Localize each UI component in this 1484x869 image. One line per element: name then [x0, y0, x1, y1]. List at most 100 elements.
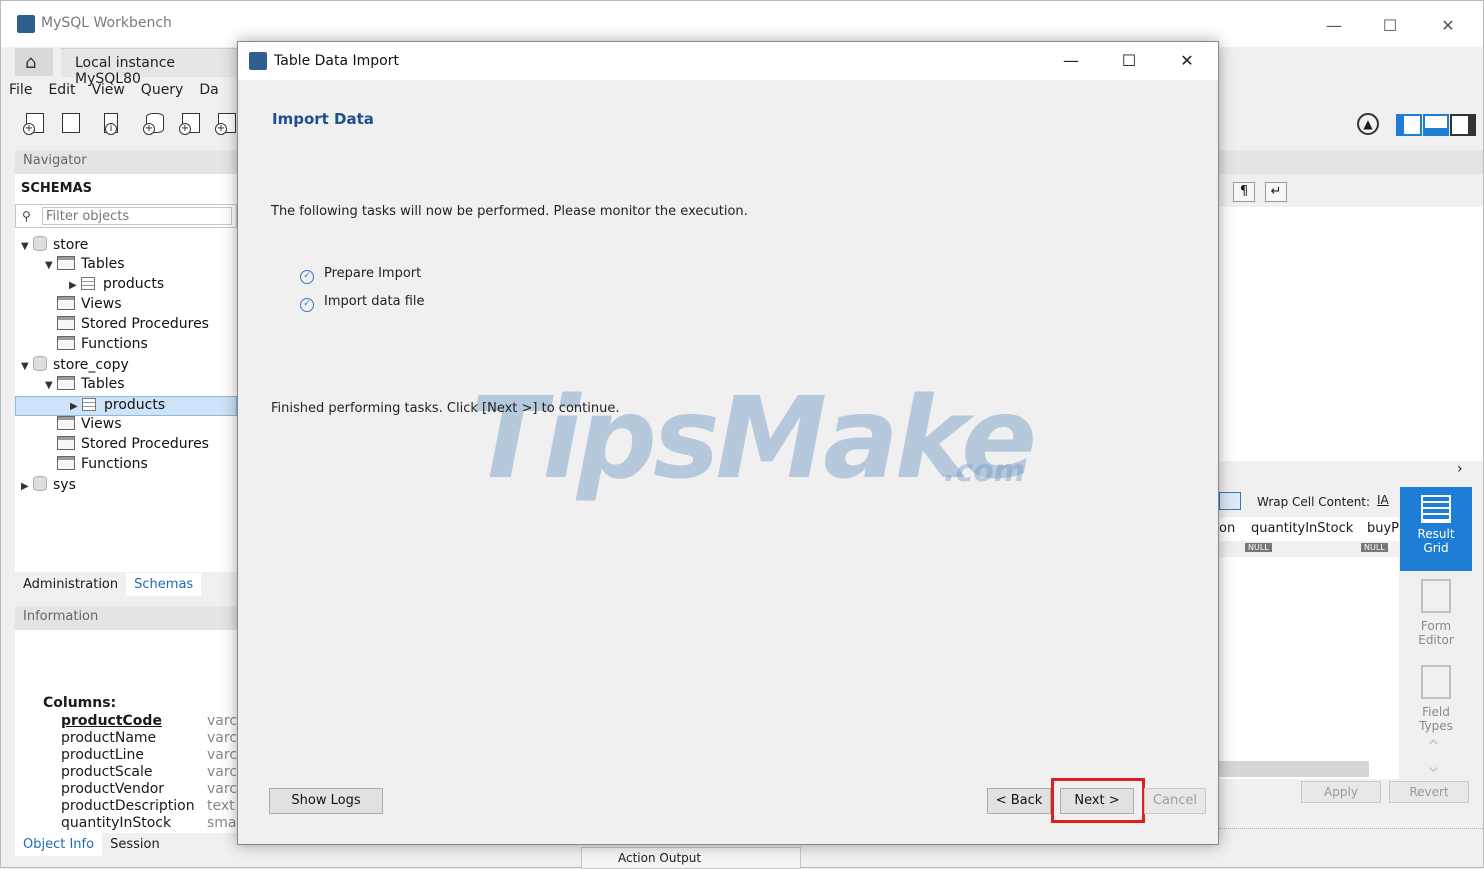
wrap-lines-icon[interactable]: ↵ — [1265, 182, 1287, 202]
folder-icon — [57, 436, 75, 450]
null-badge: NULL — [1245, 543, 1272, 552]
filter-objects-input[interactable] — [42, 207, 232, 225]
tree-node-label: sys — [53, 477, 76, 493]
field-types-label-2: Types — [1419, 719, 1453, 733]
dialog-title-bar: Table Data Import — ☐ ✕ — [238, 42, 1218, 80]
expand-down-icon[interactable]: ▼ — [21, 241, 33, 252]
wrap-cell-icon[interactable]: IA — [1377, 493, 1389, 507]
menu-view[interactable]: View — [84, 77, 133, 103]
pilcrow-icon[interactable]: ¶ — [1233, 182, 1255, 202]
export-icon[interactable] — [1219, 492, 1241, 510]
dialog-maximize-icon[interactable]: ☐ — [1106, 46, 1152, 76]
column-header-quantity[interactable]: quantityInStock — [1251, 521, 1353, 536]
dialog-minimize-icon[interactable]: — — [1048, 46, 1094, 76]
open-sql-script-icon[interactable] — [59, 111, 85, 137]
columns-label: Columns: — [43, 695, 117, 711]
revert-button[interactable]: Revert — [1389, 781, 1469, 803]
toggle-output-icon[interactable] — [1423, 114, 1449, 136]
column-type: varcl — [207, 764, 237, 780]
menu-query[interactable]: Query — [133, 77, 192, 103]
right-toolbar — [1219, 175, 1483, 207]
home-tab[interactable]: ⌂ — [15, 48, 53, 76]
tab-administration[interactable]: Administration — [15, 573, 126, 596]
dialog-logo-icon — [249, 52, 267, 70]
create-view-icon[interactable]: + — [215, 111, 237, 137]
tree-node-table[interactable]: ▶ products — [15, 396, 237, 416]
result-grid-tab[interactable]: Result Grid — [1400, 487, 1472, 571]
field-types-tab[interactable]: Field Types — [1405, 665, 1467, 733]
menu-file[interactable]: File — [1, 77, 40, 103]
tree-node-folder[interactable]: Stored Procedures — [45, 316, 209, 336]
form-editor-icon — [1421, 579, 1451, 613]
tab-object-info[interactable]: Object Info — [15, 833, 103, 856]
tab-schemas[interactable]: Schemas — [126, 573, 202, 596]
expand-down-icon[interactable]: ▼ — [21, 361, 33, 372]
tree-node-label: Views — [81, 296, 122, 312]
tree-node-folder[interactable]: Functions — [45, 336, 148, 356]
tree-node-folder[interactable]: Views — [45, 416, 122, 436]
field-types-label-1: Field — [1422, 705, 1450, 719]
tab-session[interactable]: Session — [102, 833, 168, 856]
home-icon: ⌂ — [25, 52, 37, 73]
tree-node-folder[interactable]: ▼ Tables — [45, 256, 125, 276]
close-icon[interactable]: ✕ — [1425, 11, 1471, 41]
result-grid-label-1: Result — [1417, 527, 1455, 541]
settings-gear-icon[interactable]: ▲ — [1357, 113, 1379, 135]
horizontal-scrollbar[interactable] — [1219, 761, 1369, 777]
column-name: productLine — [61, 747, 145, 763]
chevron-right-icon[interactable]: › — [1457, 461, 1463, 477]
information-title: Information — [23, 609, 99, 624]
tree-node-label: store — [53, 237, 89, 253]
info-tabs: Object Info Session — [15, 833, 237, 857]
tree-node-folder[interactable]: Views — [45, 296, 122, 316]
tree-node-db[interactable]: ▼ store — [21, 236, 88, 256]
apply-button[interactable]: Apply — [1301, 781, 1381, 803]
check-icon: ✓ — [300, 298, 314, 312]
create-table-icon[interactable]: + — [179, 111, 205, 137]
inspector-icon[interactable]: i — [101, 111, 127, 137]
column-header-buyprice[interactable]: buyP — [1367, 521, 1399, 536]
expand-down-icon[interactable]: ▼ — [45, 380, 57, 391]
output-selector[interactable]: Action Output — [581, 847, 801, 869]
tree-node-folder[interactable]: Functions — [45, 456, 148, 476]
menu-database[interactable]: Da — [191, 77, 226, 103]
create-schema-icon[interactable]: + — [143, 111, 169, 137]
toggle-sidebar-icon[interactable] — [1396, 114, 1422, 136]
tree-node-label: Tables — [81, 256, 125, 272]
tree-node-folder[interactable]: ▼ Tables — [45, 376, 125, 396]
menu-bar: File Edit View Query Da — [1, 77, 241, 105]
expand-right-icon[interactable]: ▶ — [69, 280, 81, 291]
scroll-down-icon[interactable]: ⌄ — [1425, 753, 1442, 777]
information-header: Information — [15, 606, 237, 630]
maximize-icon[interactable]: ☐ — [1367, 11, 1413, 41]
form-editor-tab[interactable]: Form Editor — [1405, 579, 1467, 647]
app-title: MySQL Workbench — [41, 15, 172, 31]
toggle-secondary-sidebar-icon[interactable] — [1450, 114, 1476, 136]
column-name: productName — [61, 730, 157, 746]
show-logs-button[interactable]: Show Logs — [269, 788, 383, 814]
tree-node-table[interactable]: ▶ products — [69, 276, 164, 296]
form-editor-label-2: Editor — [1418, 633, 1454, 647]
folder-icon — [57, 416, 75, 430]
minimize-icon[interactable]: — — [1311, 11, 1357, 41]
tree-node-db[interactable]: ▼ store_copy — [21, 356, 129, 376]
tree-node-db[interactable]: ▶ sys — [21, 476, 76, 496]
new-sql-tab-icon[interactable]: + — [23, 111, 49, 137]
expand-right-icon[interactable]: ▶ — [21, 481, 33, 492]
tree-node-label: Views — [81, 416, 122, 432]
workbench-logo-icon — [17, 15, 35, 33]
navigator-tabs: Administration Schemas — [15, 573, 237, 597]
menu-edit[interactable]: Edit — [40, 77, 83, 103]
dialog-close-icon[interactable]: ✕ — [1164, 46, 1210, 76]
tree-node-folder[interactable]: Stored Procedures — [45, 436, 209, 456]
instance-tab[interactable]: Local instance MySQL80 — [61, 48, 241, 87]
navigator-title: Navigator — [23, 153, 87, 168]
result-grid-icon — [1421, 495, 1451, 523]
cancel-button[interactable]: Cancel — [1144, 788, 1206, 814]
back-button[interactable]: < Back — [987, 788, 1051, 814]
expand-down-icon[interactable]: ▼ — [45, 260, 57, 271]
next-button[interactable]: Next > — [1060, 788, 1134, 814]
result-grid[interactable] — [1219, 557, 1399, 779]
column-header-partial[interactable]: on — [1219, 521, 1235, 536]
expand-right-icon[interactable]: ▶ — [70, 401, 82, 412]
